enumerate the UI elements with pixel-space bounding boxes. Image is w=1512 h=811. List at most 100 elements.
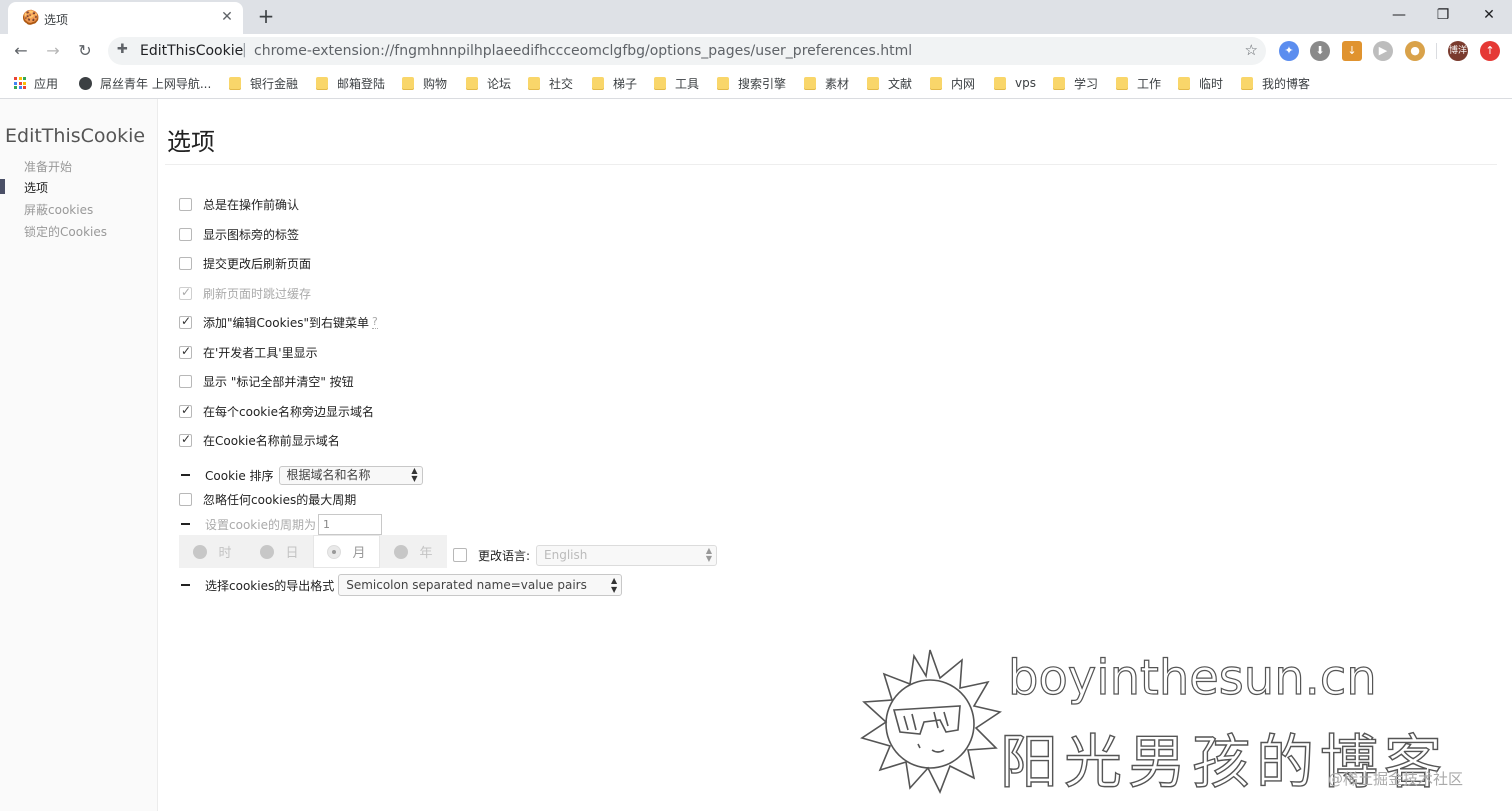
checkbox[interactable]	[179, 227, 192, 241]
period-unit-hour[interactable]: 时	[179, 535, 246, 568]
language-select[interactable]: English ▲ ▼	[536, 544, 718, 566]
option-label: 在'开发者工具'里显示	[203, 345, 318, 360]
bookmark-item[interactable]: 论坛	[466, 75, 511, 91]
option-skip-cache: 刷新页面时跳过缓存	[179, 285, 311, 301]
checkbox[interactable]	[179, 492, 192, 506]
play-extension-icon[interactable]: ▶	[1373, 41, 1393, 61]
checkbox[interactable]	[179, 314, 192, 329]
language-label: 更改语言:	[478, 548, 531, 563]
bookmark-item[interactable]: 内网	[930, 75, 975, 91]
radio-label: 时	[218, 546, 232, 561]
bookmark-item[interactable]: 素材	[804, 75, 849, 91]
option-domain-beside-name[interactable]: 在每个cookie名称旁边显示域名	[179, 403, 374, 419]
export-format-label: 选择cookies的导出格式	[205, 578, 335, 593]
sidebar-brand: EditThisCookie	[5, 125, 146, 147]
option-show-icon-label[interactable]: 显示图标旁的标签	[179, 226, 299, 242]
period-unit-month[interactable]: 月	[313, 535, 380, 568]
address-url[interactable]: chrome-extension://fngmhnnpilhplaeedifhc…	[254, 43, 912, 59]
bookmark-item[interactable]: 梯子	[592, 75, 637, 91]
checkbox[interactable]	[179, 374, 192, 388]
option-label: 刷新页面时跳过缓存	[203, 286, 312, 301]
profile-avatar[interactable]: 博洋	[1448, 41, 1468, 61]
tab-close-icon[interactable]: ✕	[218, 8, 236, 26]
bookmark-item[interactable]: 文献	[867, 75, 912, 91]
checkbox[interactable]	[179, 344, 192, 359]
help-link[interactable]: ?	[372, 315, 378, 329]
bookmark-item[interactable]: 临时	[1178, 75, 1223, 91]
bookmark-item[interactable]: 工作	[1116, 75, 1161, 91]
forward-button[interactable]: →	[41, 39, 65, 63]
tab-title: 选项	[44, 13, 69, 27]
option-ignore-max-age[interactable]: 忽略任何cookies的最大周期	[179, 491, 356, 507]
period-unit-year[interactable]: 年	[380, 535, 447, 568]
option-label: 显示图标旁的标签	[203, 227, 300, 242]
folder-icon	[994, 76, 1006, 90]
sort-select[interactable]: 根据域名和名称 ▲ ▼	[278, 465, 423, 485]
bookmark-label: 论坛	[487, 76, 512, 91]
bookmark-item[interactable]: 购物	[402, 75, 447, 91]
folder-icon	[1053, 76, 1065, 90]
bookmark-item[interactable]: 邮箱登陆	[316, 75, 385, 91]
bookmark-label: 学习	[1074, 76, 1099, 91]
bookmark-item[interactable]: 银行金融	[229, 75, 298, 91]
update-icon[interactable]: ↑	[1480, 41, 1500, 61]
bookmark-star-icon[interactable]: ☆	[1245, 41, 1258, 59]
sidebar-item-block-cookies[interactable]: 屏蔽cookies	[24, 201, 93, 218]
restore-button[interactable]: ❐	[1420, 0, 1466, 30]
bookmark-item[interactable]: 搜索引擎	[717, 75, 786, 91]
globe-icon	[79, 76, 92, 90]
sidebar-item-locked-cookies[interactable]: 锁定的Cookies	[24, 223, 107, 240]
option-domain-before-name[interactable]: 在Cookie名称前显示域名	[179, 432, 340, 448]
sort-value: 根据域名和名称	[286, 467, 371, 482]
reload-button[interactable]: ↻	[73, 39, 97, 63]
bookmark-item[interactable]: vps	[994, 75, 1036, 91]
option-confirm-before-action[interactable]: 总是在操作前确认	[179, 196, 299, 212]
browser-tab[interactable]: 🍪 选项 ✕	[8, 2, 243, 34]
sidebar-active-marker	[0, 179, 5, 194]
address-bar[interactable]: ✚ EditThisCookie | chrome-extension://fn…	[108, 37, 1266, 65]
download-arrow-extension-icon[interactable]: ↓	[1342, 41, 1362, 61]
bookmark-item[interactable]: 应用	[14, 75, 58, 91]
export-format-select[interactable]: Semicolon separated name=value pairs ▲ ▼	[338, 574, 623, 596]
option-devtools[interactable]: 在'开发者工具'里显示	[179, 344, 318, 360]
bookmark-label: 临时	[1199, 76, 1224, 91]
bookmark-item[interactable]: 屌丝青年 上网导航...	[79, 75, 211, 91]
bookmark-item[interactable]: 工具	[654, 75, 699, 91]
period-unit-day[interactable]: 日	[246, 535, 313, 568]
sidebar-item-options[interactable]: 选项	[24, 179, 48, 196]
tab-strip: 🍪 选项 ✕ + — ❐ ✕	[0, 0, 1512, 34]
bird-extension-icon[interactable]: ✦	[1279, 41, 1299, 61]
sort-row: Cookie 排序 根据域名和名称 ▲ ▼	[179, 465, 423, 485]
period-input[interactable]: 1	[317, 513, 382, 535]
puzzle-icon: ✚	[117, 42, 128, 57]
bookmark-label: 文献	[888, 76, 913, 91]
toolbar-divider	[1436, 43, 1437, 59]
checkbox[interactable]	[179, 197, 192, 211]
language-checkbox[interactable]	[453, 548, 467, 562]
option-context-menu[interactable]: 添加"编辑Cookies"到右键菜单 ?	[179, 314, 378, 330]
bookmark-item[interactable]: 社交	[528, 75, 573, 91]
new-tab-button[interactable]: +	[254, 4, 278, 28]
window-close-button[interactable]: ✕	[1466, 0, 1512, 30]
bookmark-label: 内网	[951, 76, 976, 91]
folder-icon	[867, 76, 879, 90]
option-flag-clear-button[interactable]: 显示 "标记全部并清空" 按钮	[179, 373, 354, 389]
bookmark-item[interactable]: 学习	[1053, 75, 1098, 91]
page-title: 选项	[167, 128, 215, 156]
back-button[interactable]: ←	[9, 39, 33, 63]
checkbox[interactable]	[179, 403, 192, 418]
bookmark-label: 搜索引擎	[738, 76, 787, 91]
minimize-button[interactable]: —	[1376, 0, 1422, 30]
bookmark-item[interactable]: 我的博客	[1241, 75, 1310, 91]
folder-icon	[528, 76, 540, 90]
select-arrows-icon: ▲ ▼	[411, 465, 418, 483]
checkbox[interactable]	[179, 432, 192, 447]
folder-icon	[402, 76, 414, 90]
cookie-extension-icon[interactable]: ●	[1405, 41, 1425, 61]
download-extension-icon[interactable]: ⬇	[1310, 41, 1330, 61]
period-unit-radio-group: 时 日 月 年	[179, 535, 447, 568]
sidebar-item-getting-started[interactable]: 准备开始	[24, 158, 72, 175]
checkbox[interactable]	[179, 256, 192, 270]
option-refresh-after-submit[interactable]: 提交更改后刷新页面	[179, 255, 311, 271]
select-arrows-icon: ▲ ▼	[705, 545, 713, 563]
